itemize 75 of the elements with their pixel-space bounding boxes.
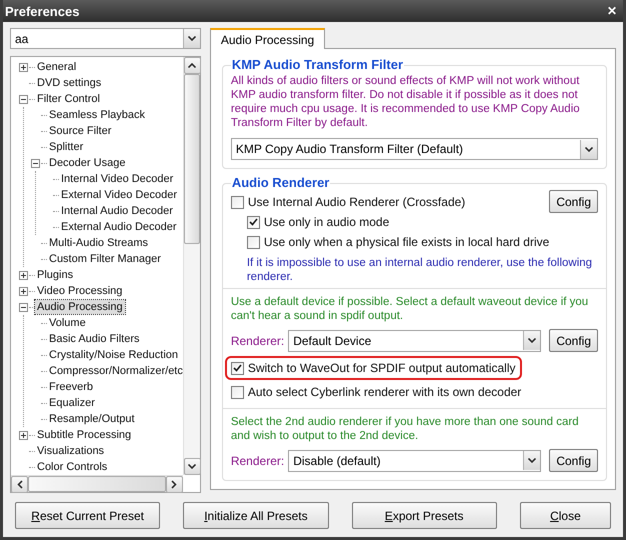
checkbox[interactable]: [230, 362, 244, 374]
chevron-down-icon: [188, 464, 196, 469]
checkbox[interactable]: [246, 216, 260, 228]
tree-item[interactable]: Plugins: [35, 268, 76, 282]
tree-item[interactable]: Visualizations: [35, 444, 106, 458]
tree-item[interactable]: Multi-Audio Streams: [47, 236, 150, 250]
tree-item[interactable]: Splitter: [47, 140, 86, 154]
tree-item[interactable]: Decoder Usage: [47, 156, 128, 170]
vertical-scrollbar[interactable]: [182, 57, 200, 475]
tree-item[interactable]: Audio Processing: [35, 300, 125, 314]
collapse-icon[interactable]: [19, 94, 28, 104]
checkbox[interactable]: [246, 236, 260, 248]
chevron-left-icon: [17, 480, 22, 488]
chevron-down-icon: [188, 36, 196, 41]
checkbox-label[interactable]: Use Internal Audio Renderer (Crossfade): [248, 195, 466, 209]
window-title: Preferences: [5, 4, 80, 18]
tree-item[interactable]: Volume: [47, 316, 88, 330]
tree-item[interactable]: Video Processing: [35, 284, 124, 298]
checkbox-label[interactable]: Use only in audio mode: [264, 215, 390, 229]
config-button[interactable]: Config: [549, 449, 598, 472]
group-title: KMP Audio Transform Filter: [230, 57, 404, 72]
tree-item[interactable]: Crystality/Noise Reduction: [47, 348, 180, 362]
tree-item[interactable]: External Video Decoder: [59, 188, 179, 202]
checkbox-label[interactable]: Switch to WaveOut for SPDIF output automatically: [248, 361, 516, 375]
tree-item[interactable]: Compressor/Normalizer/etc: [47, 364, 183, 378]
renderer-dropdown[interactable]: KMP Copy Audio Transform Filter (Default): [230, 138, 598, 160]
group-title: Audio Renderer: [230, 175, 330, 190]
tree-item[interactable]: Resample/Output: [47, 412, 137, 426]
chevron-down-icon: [528, 458, 536, 463]
tree-item[interactable]: Internal Video Decoder: [59, 172, 176, 186]
close-button[interactable]: ✕: [605, 4, 619, 18]
tree-item[interactable]: Color Controls: [35, 460, 110, 474]
tree-item[interactable]: Internal Audio Decoder: [59, 204, 175, 218]
tree-item[interactable]: General: [35, 60, 78, 74]
renderer-dropdown[interactable]: Disable (default): [288, 450, 542, 472]
fallback-note: If it is impossible to use an internal audio renderer, use the following renderer.: [246, 256, 594, 284]
tab[interactable]: Audio Processing: [210, 28, 326, 49]
collapse-icon[interactable]: [19, 302, 28, 312]
config-button[interactable]: Config: [549, 190, 598, 213]
tree-item[interactable]: Basic Audio Filters: [47, 332, 142, 346]
tree-item[interactable]: DVD settings: [35, 76, 104, 90]
chevron-down-icon: [585, 146, 593, 152]
tree-item[interactable]: Custom Filter Manager: [47, 252, 163, 266]
checkbox-label[interactable]: Use only when a physical file exists in local hard drive: [264, 235, 550, 249]
config-button[interactable]: Config: [549, 329, 598, 352]
tree-item[interactable]: Seamless Playback: [47, 108, 147, 122]
renderer-dropdown[interactable]: Default Device: [288, 330, 542, 352]
tree-item[interactable]: Equalizer: [47, 396, 97, 410]
chevron-up-icon: [188, 63, 196, 68]
preset-button[interactable]: Export Presets: [352, 502, 497, 529]
expand-icon[interactable]: [19, 286, 28, 296]
tree-item[interactable]: External Audio Decoder: [59, 220, 179, 234]
checkbox[interactable]: [230, 196, 244, 208]
expand-icon[interactable]: [19, 62, 28, 72]
preset-button[interactable]: Initialize All Presets: [183, 502, 329, 529]
tree-item[interactable]: Filter Control: [35, 92, 102, 106]
renderer-note: Use a default device if possible. Select a default waveout device if you can't hear a sound in spdif output.: [230, 295, 590, 323]
description-text: All kinds of audio filters or sound effects of KMP will not work without KMP audio transform filter. Do not disable it if possible as it does not require much cpu usage. It is recommended to use KMP Copy Audio Transform Filter by default.: [230, 74, 581, 130]
tree-item[interactable]: Source Filter: [47, 124, 114, 138]
chevron-right-icon: [172, 480, 177, 488]
preset-combo[interactable]: aa: [10, 28, 201, 49]
preset-button[interactable]: Reset Current Preset: [15, 502, 160, 529]
collapse-icon[interactable]: [31, 158, 40, 168]
horizontal-scrollbar[interactable]: [11, 475, 183, 492]
tree-item[interactable]: Freeverb: [47, 380, 96, 394]
checkbox[interactable]: [230, 386, 244, 398]
expand-icon[interactable]: [19, 430, 28, 440]
renderer-label: Renderer:: [230, 454, 284, 468]
renderer-label: Renderer:: [230, 334, 284, 348]
expand-icon[interactable]: [19, 270, 28, 280]
chevron-down-icon: [528, 338, 536, 343]
renderer-note: Select the 2nd audio renderer if you have more than one sound card and wish to output to the 2nd device.: [230, 415, 580, 443]
tree-item[interactable]: Subtitle Processing: [35, 428, 134, 442]
close-dialog-button[interactable]: Close: [520, 502, 612, 529]
checkbox-label[interactable]: Auto select Cyberlink renderer with its own decoder: [248, 385, 522, 399]
